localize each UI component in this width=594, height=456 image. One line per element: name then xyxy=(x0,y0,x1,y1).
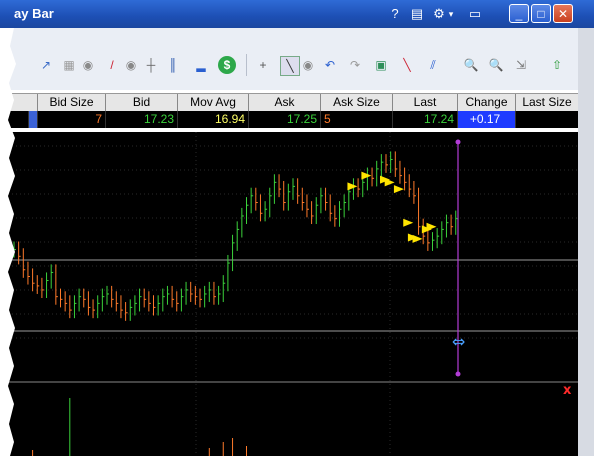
col-mov-avg[interactable]: Mov Avg xyxy=(177,94,248,111)
undo-icon[interactable]: ↶ xyxy=(321,56,339,74)
volume-bars xyxy=(32,398,247,456)
zoom-out-icon[interactable]: 🔍 xyxy=(487,56,505,74)
trendline-icon[interactable]: ↗ xyxy=(37,56,55,74)
volume-close-icon[interactable]: x xyxy=(563,383,572,398)
refresh-icon[interactable]: ⇧ xyxy=(548,56,566,74)
trade-marker xyxy=(403,218,414,227)
ohlc-icon[interactable]: ┼ xyxy=(142,56,160,74)
col-ask[interactable]: Ask xyxy=(248,94,320,111)
display-icon[interactable]: ▭ xyxy=(466,5,484,23)
torn-edge xyxy=(0,28,16,456)
chart-canvas[interactable]: ⇔ x xyxy=(0,132,578,456)
chart-grid xyxy=(0,132,578,456)
chart-toolbar: ↗ ▦ ◉ / ◉ ┼ ║ ▂ $ + ╲ ◉ ↶ ↷ ▣ ╲ ⫽ 🔍 🔍 ⇲ … xyxy=(0,28,594,119)
help-icon[interactable]: ? xyxy=(386,5,404,23)
trade-marker xyxy=(412,234,423,243)
mov-avg-value: 16.94 xyxy=(177,111,248,128)
redo-icon[interactable]: ↷ xyxy=(346,56,364,74)
window-border xyxy=(578,28,594,456)
volume-icon[interactable]: ▂ xyxy=(192,56,210,74)
bid-value: 17.23 xyxy=(105,111,177,128)
minimize-icon[interactable]: _ xyxy=(509,4,529,23)
ask-value: 17.25 xyxy=(248,111,320,128)
price-bars xyxy=(13,151,458,321)
last-size-value xyxy=(515,111,578,128)
settings-icon[interactable]: ⚙ xyxy=(430,5,448,23)
quote-row[interactable]: 7 17.23 16.94 17.25 5 17.24 +0.17 xyxy=(0,111,578,128)
fit-icon[interactable]: ⇲ xyxy=(512,56,530,74)
ask-size-value: 5 xyxy=(320,111,392,128)
trade-marker xyxy=(347,182,358,191)
circle-icon-2[interactable]: ◉ xyxy=(122,56,140,74)
trade-marker xyxy=(393,185,404,194)
candle-icon[interactable]: ║ xyxy=(164,56,182,74)
last-value: 17.24 xyxy=(392,111,457,128)
quote-header: Bid Size Bid Mov Avg Ask Ask Size Last C… xyxy=(0,93,578,111)
price-chart[interactable]: ⇔ x xyxy=(0,132,578,456)
cursor-handle-top[interactable] xyxy=(455,139,461,145)
circle-icon-3[interactable]: ◉ xyxy=(299,56,317,74)
maximize-icon[interactable]: □ xyxy=(531,4,551,23)
circle-icon[interactable]: ◉ xyxy=(79,56,97,74)
trade-marker xyxy=(361,171,372,180)
crosshair-icon[interactable]: + xyxy=(254,56,272,74)
parallel-tool-icon[interactable]: ⫽ xyxy=(424,56,442,74)
window-title: ay Bar xyxy=(14,6,54,21)
col-ask-size[interactable]: Ask Size xyxy=(320,94,392,111)
pencil-icon[interactable]: / xyxy=(103,56,121,74)
save-icon[interactable]: ▣ xyxy=(372,56,390,74)
title-bar: ay Bar ? ▤ ⚙ ▾ ▭ _ □ ✕ xyxy=(0,0,594,28)
zoom-in-icon[interactable]: 🔍 xyxy=(462,56,480,74)
print-icon[interactable]: ▤ xyxy=(408,5,426,23)
resize-arrow-icon[interactable]: ⇔ xyxy=(452,332,465,351)
bid-size-value: 7 xyxy=(37,111,105,128)
toolbar-separator xyxy=(246,54,247,76)
col-last[interactable]: Last xyxy=(392,94,457,111)
close-icon[interactable]: ✕ xyxy=(553,4,573,23)
dropdown-icon[interactable]: ▾ xyxy=(447,5,455,23)
trade-markers xyxy=(347,171,437,243)
row-indicator-icon[interactable] xyxy=(28,111,37,128)
currency-icon[interactable]: $ xyxy=(218,56,236,74)
line-tool-icon[interactable]: ╲ xyxy=(398,56,416,74)
cursor-handle-bottom[interactable] xyxy=(455,371,461,377)
col-last-size[interactable]: Last Size xyxy=(515,94,578,111)
trading-window: ay Bar ? ▤ ⚙ ▾ ▭ _ □ ✕ ↗ ▦ ◉ / ◉ ┼ ║ ▂ $… xyxy=(0,0,594,456)
col-bid[interactable]: Bid xyxy=(105,94,177,111)
select-icon[interactable]: ╲ xyxy=(280,56,300,76)
col-bid-size[interactable]: Bid Size xyxy=(37,94,105,111)
col-change[interactable]: Change xyxy=(457,94,515,111)
bar-chart-icon[interactable]: ▦ xyxy=(60,56,78,74)
change-value: +0.17 xyxy=(457,111,515,128)
